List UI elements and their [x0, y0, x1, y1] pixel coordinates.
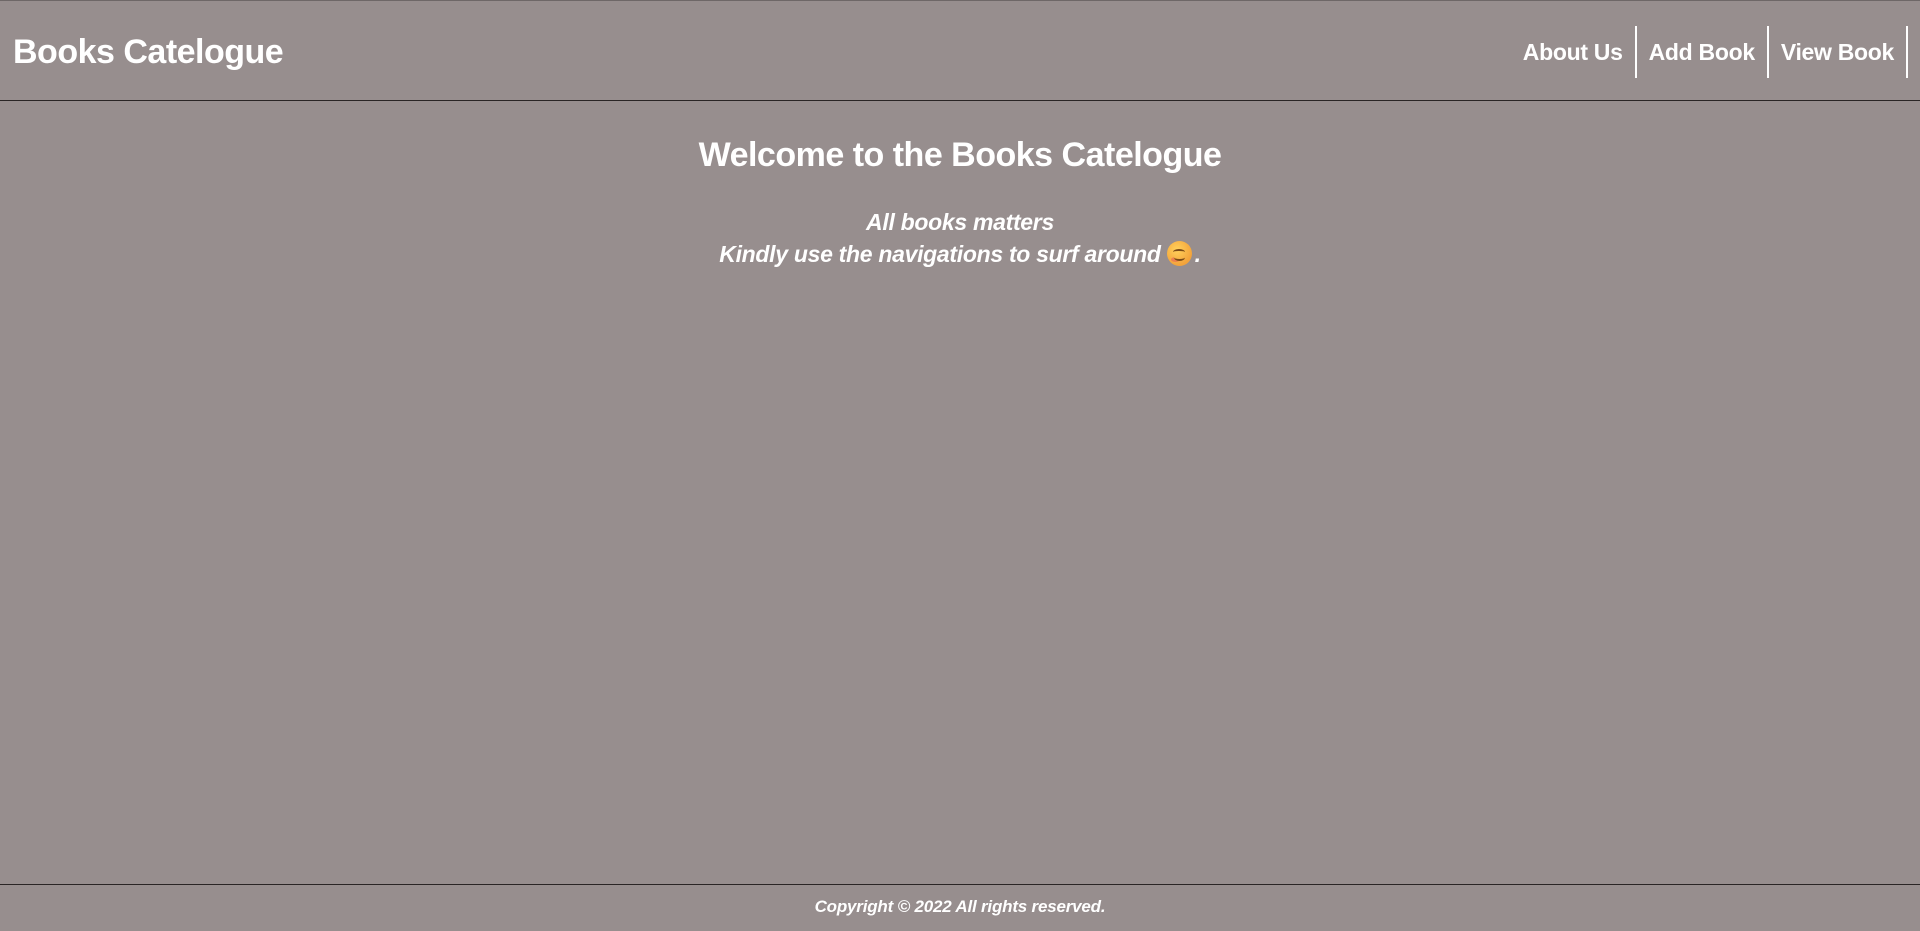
- tagline-line-2-text: Kindly use the navigations to surf aroun…: [719, 241, 1161, 267]
- nav-view-book[interactable]: View Book: [1769, 26, 1908, 78]
- site-footer: Copyright © 2022 All rights reserved.: [0, 884, 1920, 931]
- tagline: All books matters Kindly use the navigat…: [0, 206, 1920, 270]
- tagline-period: .: [1194, 241, 1201, 267]
- page-title: Welcome to the Books Catelogue: [698, 136, 1222, 174]
- top-nav: About Us Add Book View Book: [1511, 26, 1908, 78]
- smiling-face-icon: [1166, 241, 1192, 266]
- copyright-text: Copyright © 2022 All rights reserved.: [814, 897, 1106, 916]
- brand-title: Books Catelogue: [13, 33, 284, 71]
- tagline-line-2: Kindly use the navigations to surf aroun…: [0, 238, 1920, 270]
- tagline-line-1: All books matters: [866, 209, 1054, 235]
- site-header: Books Catelogue About Us Add Book View B…: [0, 0, 1920, 101]
- nav-about-us[interactable]: About Us: [1511, 26, 1637, 78]
- nav-add-book[interactable]: Add Book: [1637, 26, 1769, 78]
